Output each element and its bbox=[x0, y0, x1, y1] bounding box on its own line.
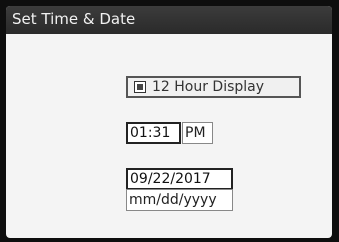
twelve-hour-display-toggle[interactable]: 12 Hour Display bbox=[126, 76, 301, 98]
am-pm-selector[interactable]: PM bbox=[182, 122, 213, 144]
window-title: Set Time & Date bbox=[12, 10, 136, 28]
date-input[interactable]: 09/22/2017 bbox=[126, 168, 233, 190]
twelve-hour-display-label: 12 Hour Display bbox=[152, 79, 265, 95]
checkbox-fill bbox=[137, 84, 143, 90]
title-bar: Set Time & Date bbox=[6, 6, 332, 34]
time-input[interactable]: 01:31 bbox=[126, 122, 181, 144]
checkbox-checked-icon[interactable] bbox=[134, 81, 146, 93]
settings-screen: Set Time & Date 12 Hour Display 01:31 PM… bbox=[6, 6, 332, 238]
date-format-hint: mm/dd/yyyy bbox=[126, 189, 233, 211]
